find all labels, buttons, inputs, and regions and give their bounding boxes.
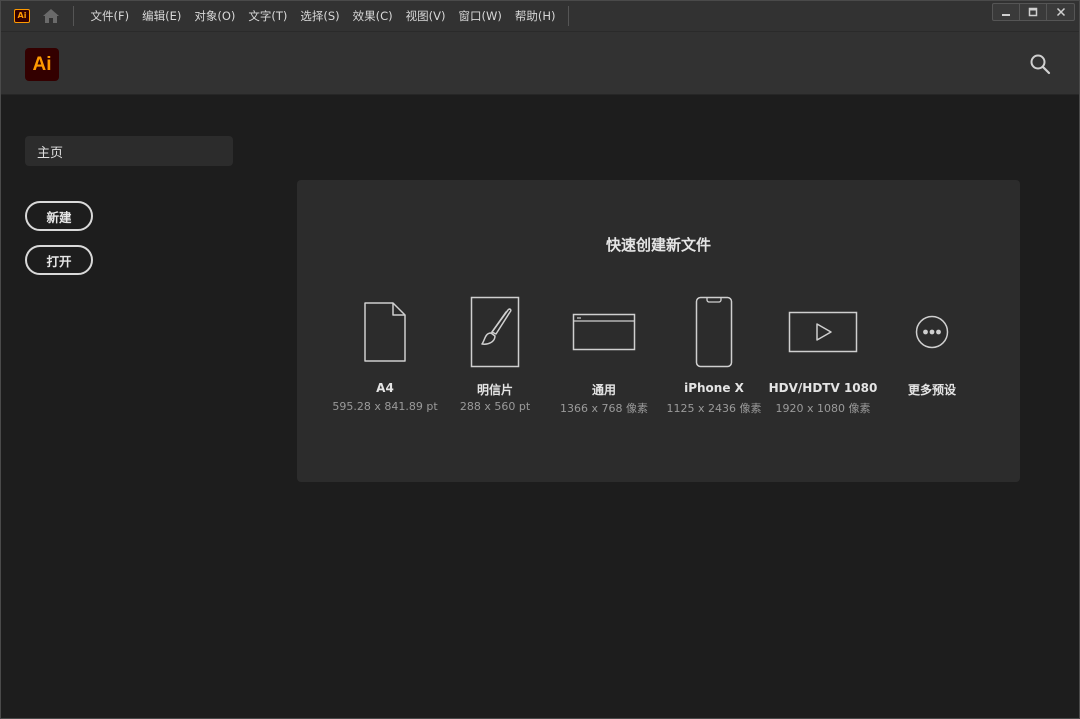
close-button[interactable]	[1047, 4, 1074, 20]
menu-select[interactable]: 选择(S)	[294, 1, 346, 32]
app-logo: Ai	[25, 48, 59, 81]
new-button[interactable]: 新建	[25, 201, 93, 231]
search-icon	[1030, 54, 1051, 75]
menu-help[interactable]: 帮助(H)	[508, 1, 562, 32]
home-icon[interactable]	[40, 5, 62, 27]
more-icon	[877, 290, 987, 374]
preset-name: A4	[376, 381, 394, 395]
document-icon	[330, 290, 440, 374]
maximize-button[interactable]	[1020, 4, 1047, 20]
preset-general[interactable]: 通用 1366 x 768 像素	[549, 290, 659, 420]
preset-name: iPhone X	[684, 381, 744, 395]
app-header: Ai	[1, 32, 1079, 95]
minimize-button[interactable]	[993, 4, 1020, 20]
brush-icon	[440, 290, 550, 374]
preset-name: 通用	[591, 383, 616, 397]
menu-effect[interactable]: 效果(C)	[346, 1, 399, 32]
menu-window[interactable]: 窗口(W)	[452, 1, 508, 32]
open-button[interactable]: 打开	[25, 245, 93, 275]
menu-bar: Ai 文件(F) 编辑(E) 对象(O) 文字(T) 选择(S) 效果(C) 视…	[1, 1, 1079, 32]
menu-file[interactable]: 文件(F)	[84, 1, 136, 32]
app-window: Ai 文件(F) 编辑(E) 对象(O) 文字(T) 选择(S) 效果(C) 视…	[0, 0, 1080, 719]
menu-object[interactable]: 对象(O)	[188, 1, 242, 32]
preset-name: 更多预设	[907, 383, 956, 397]
search-button[interactable]	[1029, 53, 1051, 75]
preset-size: 1920 x 1080 像素	[775, 402, 871, 415]
preset-more[interactable]: 更多预设	[877, 290, 987, 420]
close-icon	[1056, 7, 1065, 17]
preset-name: HDV/HDTV 1080	[768, 381, 878, 395]
quick-create-title: 快速创建新文件	[605, 236, 711, 254]
app-icon[interactable]: Ai	[14, 9, 30, 23]
minimize-icon	[1002, 14, 1010, 16]
menu-view[interactable]: 视图(V)	[399, 1, 452, 32]
maximize-icon	[1028, 7, 1038, 17]
window-controls	[992, 3, 1075, 21]
menu-type[interactable]: 文字(T)	[242, 1, 294, 32]
sidebar-item-home[interactable]: 主页	[25, 136, 233, 166]
video-play-icon	[768, 290, 878, 374]
menu-divider	[567, 6, 569, 26]
preset-name: 明信片	[476, 383, 513, 397]
menu-divider	[73, 6, 74, 26]
phone-icon	[659, 290, 769, 374]
preset-a4[interactable]: A4 595.28 x 841.89 pt	[330, 290, 440, 420]
preset-hdtv-1080[interactable]: HDV/HDTV 1080 1920 x 1080 像素	[768, 290, 878, 420]
menu-edit[interactable]: 编辑(E)	[136, 1, 188, 32]
browser-window-icon	[549, 290, 659, 374]
quick-create-panel: 快速创建新文件 A4 595.28 x 841.89 pt 明信片 288 x …	[297, 180, 1020, 482]
